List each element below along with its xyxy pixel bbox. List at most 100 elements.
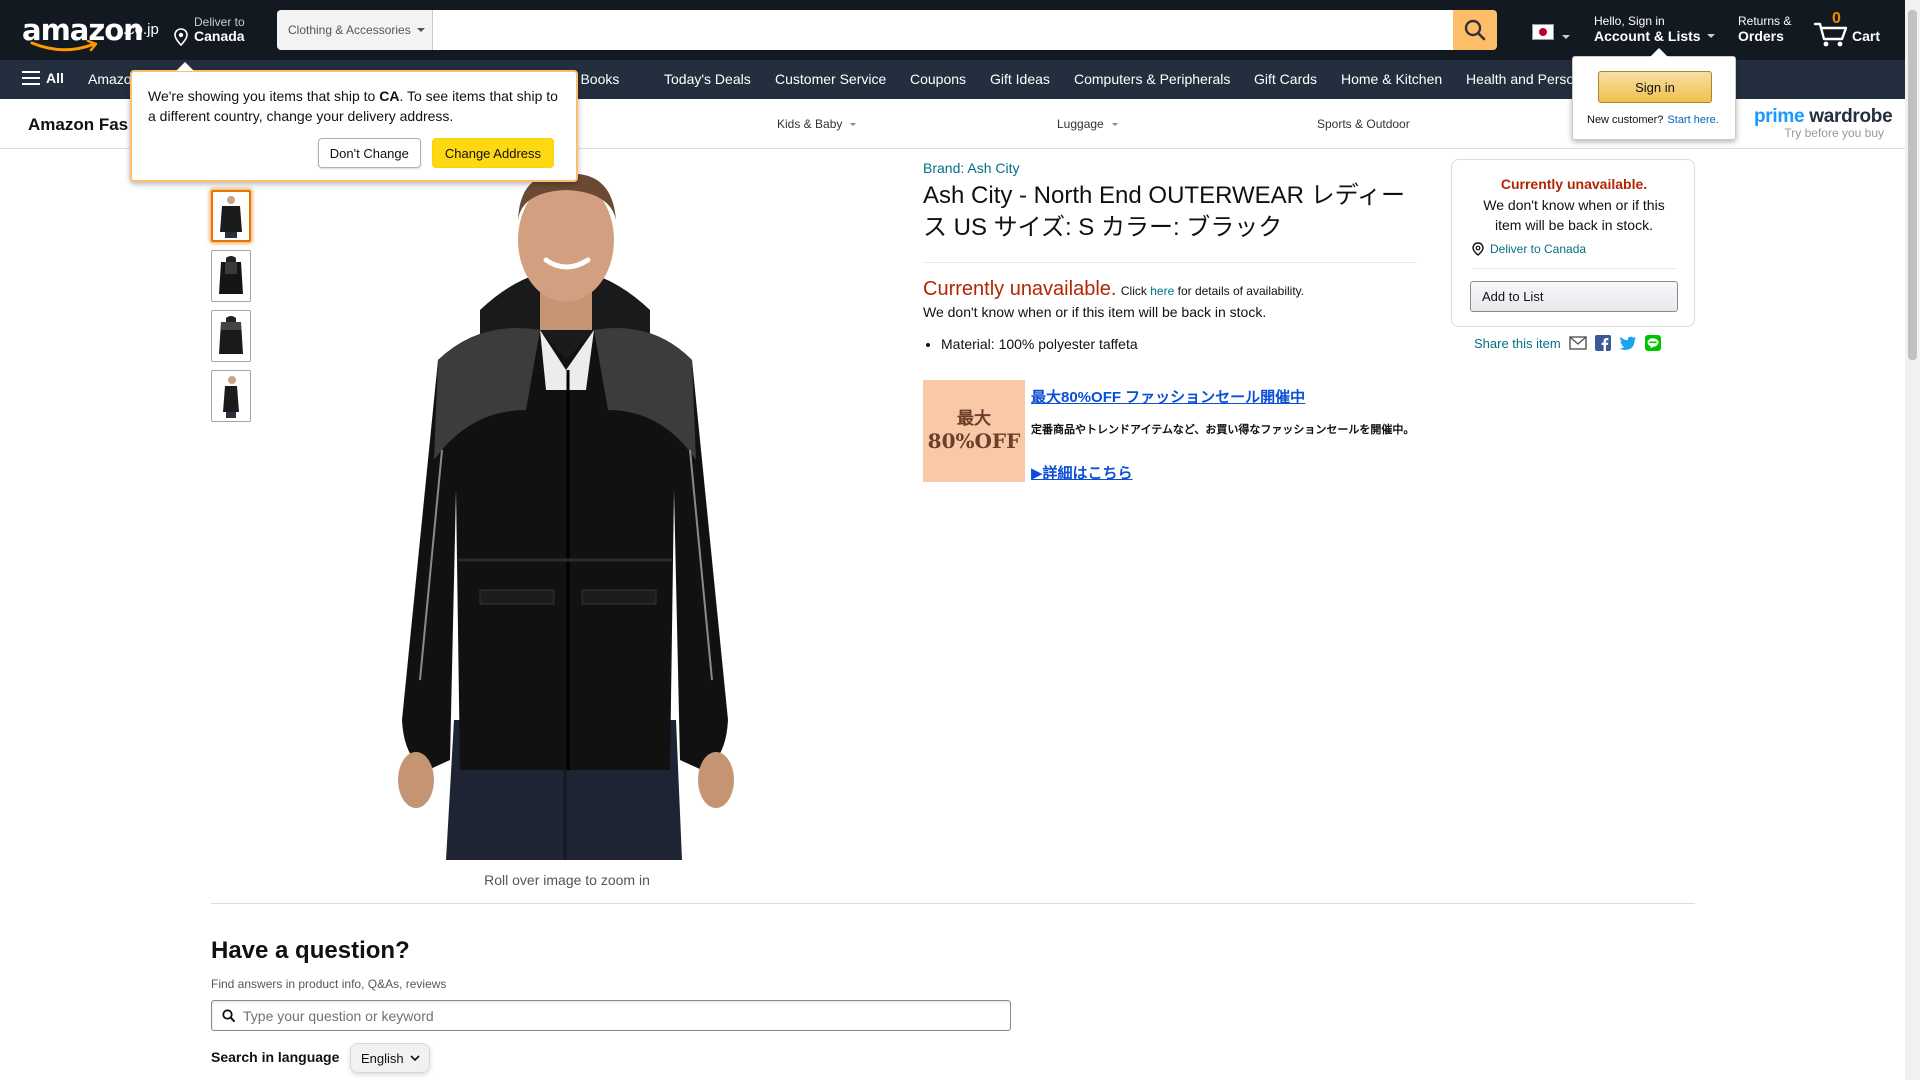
- share-label[interactable]: Share this item: [1474, 336, 1561, 351]
- change-address-button[interactable]: Change Address: [431, 138, 554, 168]
- thumbnail-list: [211, 190, 251, 430]
- availability-note: We don't know when or if this item will …: [923, 304, 1267, 320]
- smile-arrow-icon: [30, 40, 98, 52]
- nav-link-coupons[interactable]: Coupons: [910, 71, 966, 87]
- availability-here-link[interactable]: here: [1150, 284, 1174, 298]
- search-category-label: Clothing & Accessories: [288, 23, 411, 37]
- promo-description: 定番商品やトレンドアイテムなど、お買い得なファッションセールを開催中。: [1031, 424, 1415, 436]
- page-scrollbar[interactable]: [1905, 0, 1920, 1080]
- search-category-dropdown[interactable]: Clothing & Accessories: [277, 10, 433, 50]
- qa-search-box: [211, 1000, 1011, 1031]
- chevron-down-icon: [416, 28, 425, 32]
- thumbnail-2[interactable]: [211, 250, 251, 302]
- promo-badge-line2: 80%OFF: [927, 429, 1021, 453]
- new-customer-label: New customer?: [1587, 114, 1664, 126]
- language-select[interactable]: English: [350, 1043, 430, 1073]
- search-button[interactable]: [1453, 10, 1497, 50]
- search-input[interactable]: [433, 10, 1453, 50]
- thumbnail-4[interactable]: [211, 370, 251, 422]
- email-icon[interactable]: [1569, 336, 1587, 350]
- nav-link-computers[interactable]: Computers & Peripherals: [1074, 71, 1230, 87]
- prime-wardrobe-logo[interactable]: prime wardrobe Try before you buy: [1754, 106, 1893, 140]
- buybox-availability: Currently unavailable.: [1500, 176, 1648, 192]
- japan-flag-icon[interactable]: [1532, 24, 1554, 40]
- returns-orders[interactable]: Returns & Orders: [1738, 14, 1791, 44]
- facebook-icon[interactable]: [1594, 335, 1611, 351]
- language-select-value: English: [361, 1050, 404, 1066]
- ship-actions: Don't Change Change Address: [317, 138, 554, 168]
- returns-label: Returns &: [1738, 14, 1792, 28]
- nav-link-home-kitchen[interactable]: Home & Kitchen: [1341, 71, 1442, 87]
- prime-word: prime: [1754, 106, 1805, 127]
- dont-change-button[interactable]: Don't Change: [317, 138, 421, 168]
- search-language-label: Search in language: [211, 1049, 340, 1065]
- thumbnail-1[interactable]: [211, 190, 251, 242]
- jacket-thumbnail-icon: [220, 196, 242, 238]
- product-main-image[interactable]: [350, 160, 780, 860]
- availability-status: Currently unavailable.: [923, 278, 1117, 300]
- jacket-thumbnail-icon: [219, 256, 243, 294]
- promo-title-link[interactable]: 最大80%OFF ファッションセール開催中: [1031, 386, 1305, 407]
- ship-country-code: CA: [379, 88, 400, 104]
- qa-subtitle: Find answers in product info, Q&As, revi…: [211, 977, 447, 991]
- cart-icon: [1814, 22, 1848, 47]
- start-here-link[interactable]: Start here.: [1667, 114, 1718, 126]
- availability-click-text: Click: [1120, 284, 1147, 298]
- nav-link-customer-service[interactable]: Customer Service: [775, 71, 886, 87]
- logo-tld: .co.jp: [123, 21, 159, 38]
- buy-box: Currently unavailable. We don't know whe…: [1451, 159, 1695, 327]
- promo-details-link[interactable]: ▶詳細はこちら: [1031, 462, 1133, 483]
- fashion-store-title[interactable]: Amazon Fas: [28, 115, 128, 135]
- nav-link-health[interactable]: Health and Perso: [1466, 71, 1574, 87]
- all-menu-button[interactable]: All: [22, 70, 64, 86]
- chevron-down-icon: [1562, 35, 1570, 39]
- deliver-label: Deliver to: [194, 15, 245, 29]
- fashion-item-label: Luggage: [1057, 117, 1104, 131]
- amazon-logo[interactable]: amazon .co.jp: [20, 12, 160, 52]
- promo-banner: 最大 80%OFF 最大80%OFF ファッションセール開催中 定番商品やトレン…: [923, 380, 1419, 482]
- promo-badge[interactable]: 最大 80%OFF: [923, 380, 1025, 482]
- cart-button[interactable]: 0 Cart: [1812, 10, 1882, 50]
- feature-bullets: Material: 100% polyester taffeta: [941, 336, 1138, 352]
- section-divider: [211, 903, 1695, 904]
- signin-button[interactable]: Sign in: [1598, 71, 1712, 103]
- qa-heading: Have a question?: [211, 937, 410, 964]
- thumbnail-3[interactable]: [211, 310, 251, 362]
- search-icon: [222, 1009, 235, 1022]
- add-to-list-button[interactable]: Add to List: [1470, 281, 1678, 312]
- divider: [1472, 268, 1676, 269]
- buybox-deliver-link[interactable]: Deliver to Canada: [1472, 242, 1586, 256]
- nav-link-gift-cards[interactable]: Gift Cards: [1254, 71, 1317, 87]
- ship-text-part: We're showing you items that ship to: [148, 88, 380, 104]
- all-label: All: [46, 70, 64, 86]
- availability-details-text: for details of availability.: [1177, 284, 1305, 298]
- nav-link-amazon[interactable]: Amazo: [88, 71, 132, 87]
- hamburger-icon: [22, 71, 40, 85]
- jacket-thumbnail-icon: [219, 316, 243, 354]
- twitter-icon[interactable]: [1619, 336, 1637, 351]
- new-customer-text: New customer? Start here.: [1587, 114, 1719, 126]
- product-title: Ash City - North End OUTERWEAR レディース US …: [923, 182, 1405, 241]
- prime-wardrobe-wordmark: prime wardrobe: [1754, 106, 1893, 128]
- promo-badge-line1: 最大: [957, 409, 991, 429]
- feature-bullet: Material: 100% polyester taffeta: [941, 336, 1138, 352]
- brand-link[interactable]: Brand: Ash City: [923, 160, 1020, 176]
- line-icon[interactable]: [1644, 335, 1661, 351]
- chevron-down-icon: [850, 122, 857, 126]
- buybox-deliver-text: Deliver to Canada: [1490, 242, 1587, 256]
- zoom-hint: Roll over image to zoom in: [484, 872, 650, 888]
- fashion-item-kids-baby[interactable]: Kids & Baby: [777, 117, 857, 131]
- location-pin-icon: [1472, 242, 1484, 256]
- account-lists[interactable]: Hello, Sign in Account & Lists: [1594, 14, 1715, 44]
- nav-link-todays-deals[interactable]: Today's Deals: [664, 71, 751, 87]
- scrollbar-thumb[interactable]: [1908, 10, 1917, 360]
- fashion-item-luggage[interactable]: Luggage: [1057, 117, 1118, 131]
- chevron-down-icon: [410, 1055, 420, 1062]
- fashion-item-sports-outdoor[interactable]: Sports & Outdoor: [1317, 117, 1410, 131]
- account-label: Account & Lists: [1594, 28, 1715, 44]
- qa-search-input[interactable]: [243, 1007, 1010, 1024]
- nav-link-gift-ideas[interactable]: Gift Ideas: [990, 71, 1050, 87]
- account-lists-text: Account & Lists: [1594, 28, 1701, 44]
- divider: [923, 262, 1417, 263]
- share-row: Share this item: [1474, 335, 1661, 351]
